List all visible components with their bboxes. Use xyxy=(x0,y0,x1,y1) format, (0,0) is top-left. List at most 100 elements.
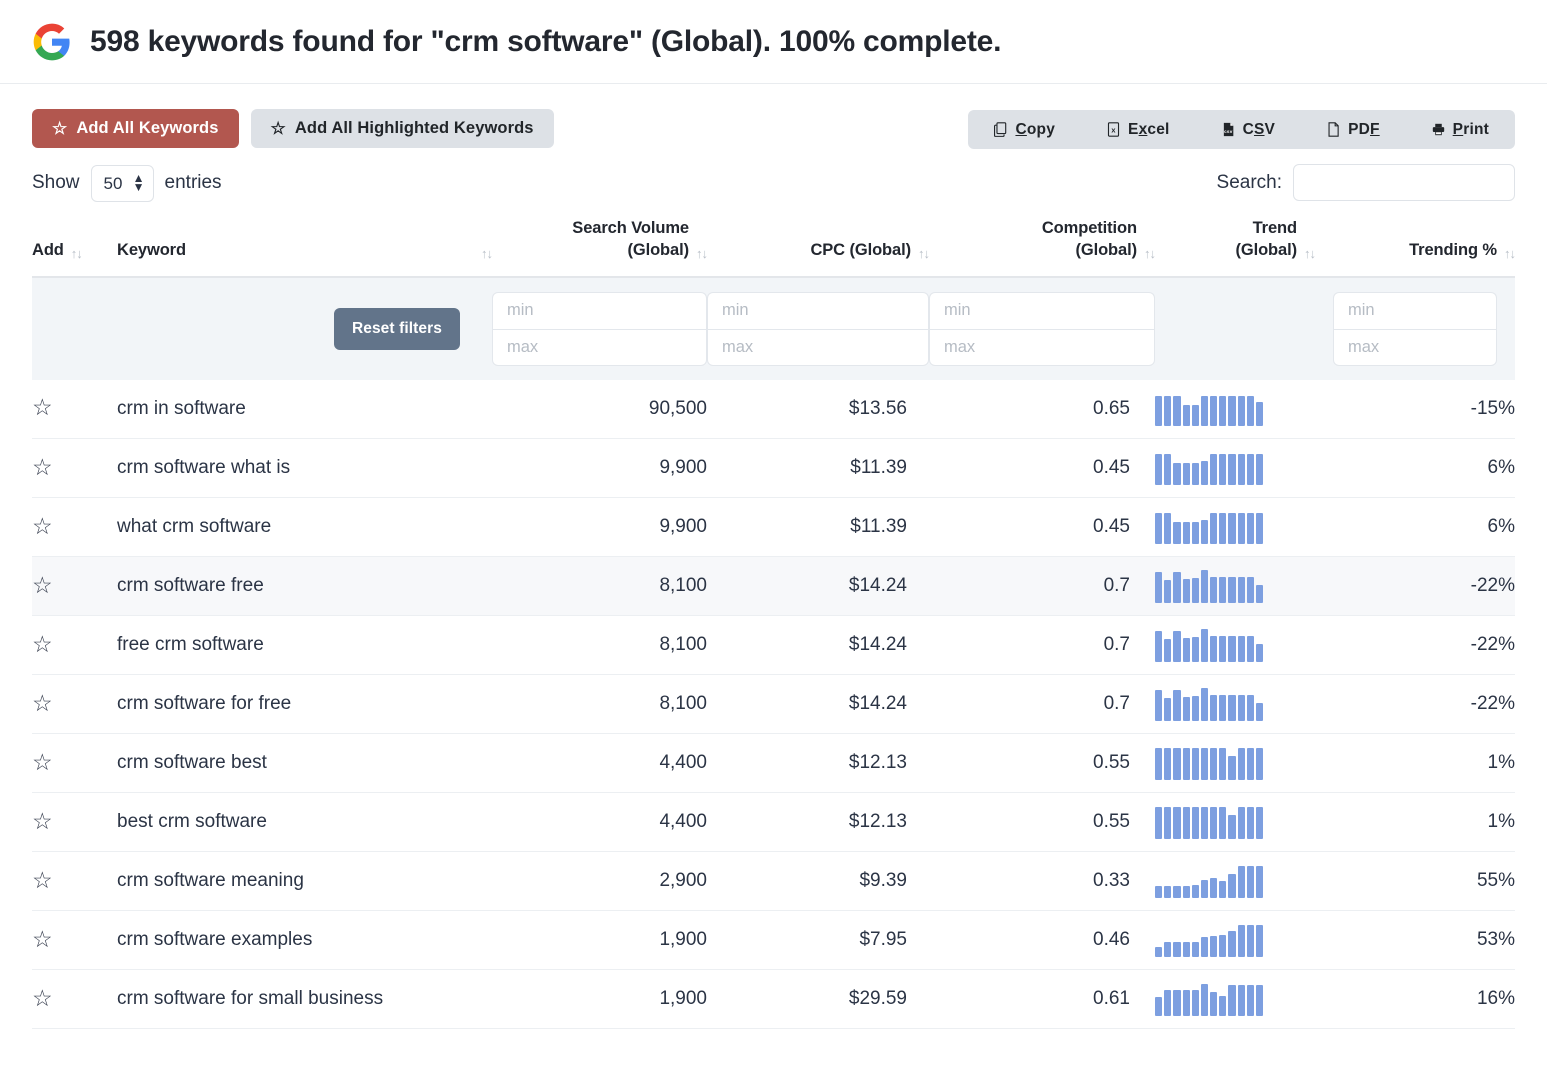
pdf-file-icon xyxy=(1328,122,1339,137)
star-icon[interactable]: ☆ xyxy=(32,868,53,892)
trend-sparkline xyxy=(1155,864,1264,899)
trend-bar xyxy=(1182,747,1190,781)
table-row[interactable]: ☆ crm software free 8,100 $14.24 0.7 -22% xyxy=(32,556,1515,617)
search-volume-max-input[interactable] xyxy=(492,328,707,366)
star-icon[interactable]: ☆ xyxy=(32,455,53,479)
cpc-cell: $12.13 xyxy=(707,733,929,794)
copy-button[interactable]: Copy xyxy=(968,110,1081,149)
cpc-cell: $12.13 xyxy=(707,792,929,853)
trending-percent-cell: 1% xyxy=(1315,792,1515,853)
star-icon[interactable]: ☆ xyxy=(32,986,53,1010)
trend-sparkline xyxy=(1155,923,1264,958)
trend-bar xyxy=(1219,635,1227,663)
trending-percent-cell: 55% xyxy=(1315,851,1515,912)
table-row[interactable]: ☆ crm in software 90,500 $13.56 0.65 -15% xyxy=(32,379,1515,440)
star-icon[interactable]: ☆ xyxy=(32,809,53,833)
trend-bar xyxy=(1237,576,1245,604)
star-icon[interactable]: ☆ xyxy=(32,750,53,774)
trend-bar xyxy=(1164,579,1172,604)
search-input[interactable] xyxy=(1293,164,1515,201)
star-icon[interactable]: ☆ xyxy=(32,691,53,715)
table-row[interactable]: ☆ crm software for free 8,100 $14.24 0.7 -22% xyxy=(32,674,1515,735)
trend-sparkline-cell xyxy=(1155,438,1315,499)
trending-max-input[interactable] xyxy=(1333,328,1497,366)
column-header-cpc[interactable]: CPC (Global) ↑↓ xyxy=(707,202,930,278)
trend-bar xyxy=(1210,991,1218,1017)
trend-bar xyxy=(1191,885,1199,899)
star-icon[interactable]: ☆ xyxy=(32,632,53,656)
trend-bar xyxy=(1246,695,1254,722)
table-row[interactable]: ☆ crm software best 4,400 $12.13 0.55 1% xyxy=(32,733,1515,794)
column-header-add[interactable]: Add ↑↓ xyxy=(32,202,117,278)
column-header-search-volume[interactable]: Search Volume (Global) ↑↓ xyxy=(492,202,708,278)
column-header-trending-percent[interactable]: Trending % ↑↓ xyxy=(1315,202,1516,278)
table-row[interactable]: ☆ crm software what is 9,900 $11.39 0.45 6% xyxy=(32,438,1515,499)
trend-bar xyxy=(1191,577,1199,604)
trend-bar xyxy=(1255,585,1264,604)
trend-bar xyxy=(1219,453,1227,486)
table-row[interactable]: ☆ free crm software 8,100 $14.24 0.7 -22% xyxy=(32,615,1515,676)
trend-bar xyxy=(1173,690,1181,722)
trend-bar xyxy=(1210,878,1218,899)
trend-bar xyxy=(1191,405,1199,426)
table-row[interactable]: ☆ what crm software 9,900 $11.39 0.45 6% xyxy=(32,497,1515,558)
trend-bar xyxy=(1210,747,1218,781)
star-icon[interactable]: ☆ xyxy=(32,396,53,419)
trend-bar xyxy=(1237,747,1245,781)
entries-select[interactable]: 50 xyxy=(90,164,154,202)
star-icon[interactable]: ☆ xyxy=(32,514,53,538)
reset-filters-button[interactable]: Reset filters xyxy=(333,307,460,350)
add-cell: ☆ xyxy=(32,910,117,971)
trend-bar xyxy=(1155,631,1163,663)
sort-updown-icon[interactable]: ↑↓ xyxy=(1504,247,1516,260)
trend-bar xyxy=(1246,747,1254,781)
filter-cell-cpc xyxy=(707,276,929,380)
sort-updown-icon[interactable]: ↑↓ xyxy=(918,247,930,260)
table-row[interactable]: ☆ crm software meaning 2,900 $9.39 0.33 55% xyxy=(32,851,1515,912)
trending-percent-cell: 6% xyxy=(1315,497,1515,558)
trend-bar xyxy=(1210,395,1218,426)
column-header-keyword[interactable]: Keyword ↑↓ xyxy=(117,202,493,278)
trend-bar xyxy=(1228,984,1236,1017)
trending-min-input[interactable] xyxy=(1333,291,1497,329)
table-row[interactable]: ☆ crm software examples 1,900 $7.95 0.46 53% xyxy=(32,910,1515,971)
trend-bar xyxy=(1164,512,1172,545)
trend-bar xyxy=(1200,880,1209,899)
column-label: CPC (Global) xyxy=(810,240,911,259)
cpc-min-input[interactable] xyxy=(707,291,929,329)
google-g-logo xyxy=(33,23,70,60)
sort-updown-icon[interactable]: ↑↓ xyxy=(696,247,708,260)
trend-bar xyxy=(1200,461,1209,486)
cpc-max-input[interactable] xyxy=(707,328,929,366)
sort-updown-icon[interactable]: ↑↓ xyxy=(1144,247,1156,260)
pdf-button[interactable]: PDF xyxy=(1301,110,1406,149)
table-row[interactable]: ☆ best crm software 4,400 $12.13 0.55 1% xyxy=(32,792,1515,853)
competition-cell: 0.55 xyxy=(929,733,1155,794)
trend-bar xyxy=(1228,576,1236,604)
trend-bar xyxy=(1219,512,1227,545)
trend-bar xyxy=(1228,873,1236,899)
trending-percent-cell: -22% xyxy=(1315,615,1515,676)
column-header-competition[interactable]: Competition (Global) ↑↓ xyxy=(929,202,1156,278)
excel-button[interactable]: x Excel xyxy=(1081,110,1196,149)
print-button[interactable]: Print xyxy=(1406,110,1515,149)
table-filter-body: Reset filters xyxy=(32,276,1515,380)
add-all-keywords-button[interactable]: ☆ Add All Keywords xyxy=(32,108,239,148)
competition-min-input[interactable] xyxy=(929,291,1155,329)
sort-updown-icon[interactable]: ↑↓ xyxy=(481,247,493,260)
search-volume-min-input[interactable] xyxy=(492,291,707,329)
column-header-trend[interactable]: Trend (Global) ↑↓ xyxy=(1155,202,1316,278)
trend-sparkline xyxy=(1155,746,1264,781)
sort-updown-icon[interactable]: ↑↓ xyxy=(71,247,83,260)
trend-bar xyxy=(1237,694,1245,722)
trend-bar xyxy=(1200,395,1209,426)
trend-bar xyxy=(1228,635,1236,663)
csv-button[interactable]: csv CSV xyxy=(1196,110,1302,149)
competition-max-input[interactable] xyxy=(929,328,1155,366)
star-icon[interactable]: ☆ xyxy=(32,573,53,597)
sort-updown-icon[interactable]: ↑↓ xyxy=(1304,247,1316,260)
table-row[interactable]: ☆ crm software for small business 1,900 $29… xyxy=(32,969,1515,1030)
star-icon[interactable]: ☆ xyxy=(32,927,53,951)
add-all-highlighted-keywords-button[interactable]: ☆ Add All Highlighted Keywords xyxy=(250,108,554,148)
entries-select-wrapper: 50 ▲ ▼ xyxy=(90,164,154,202)
